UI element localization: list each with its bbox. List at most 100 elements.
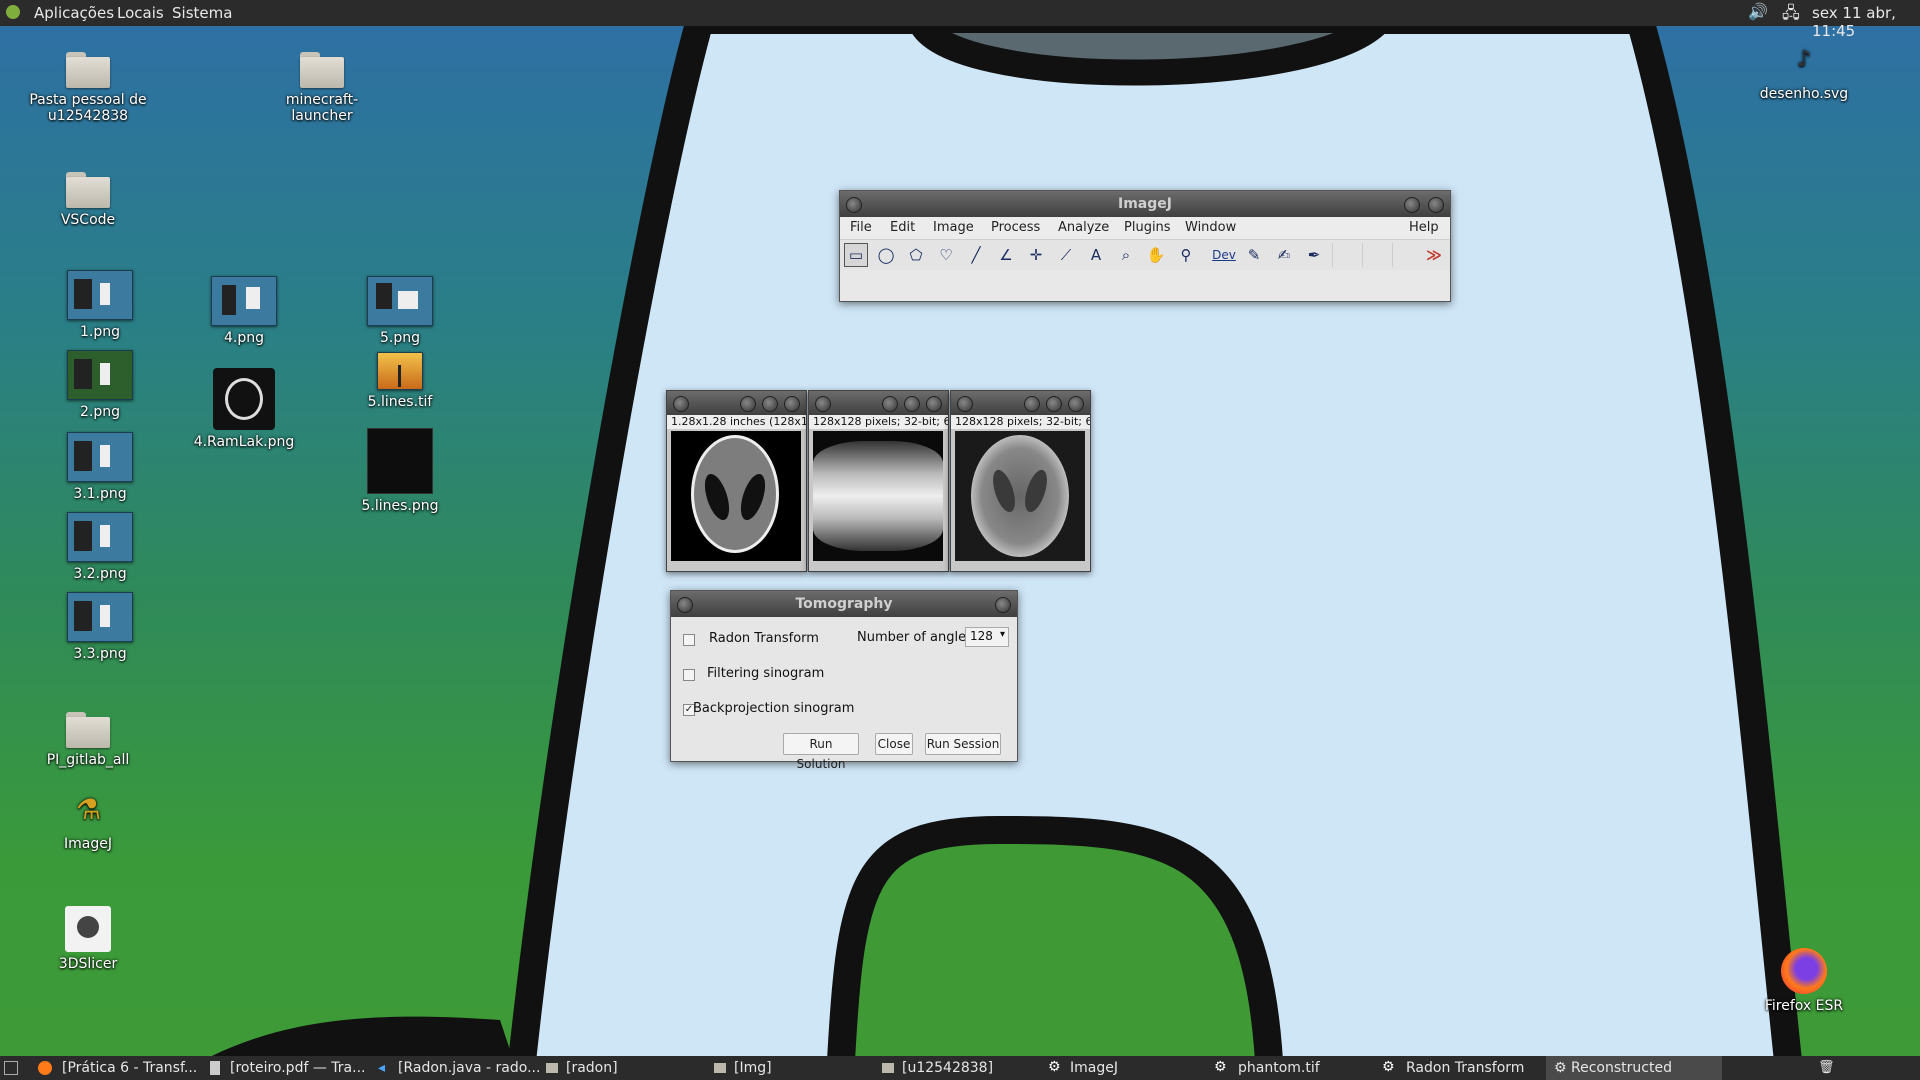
taskbar-item[interactable]: [radon] [566,1060,618,1076]
rectangle-tool-icon[interactable]: ▭ [844,243,868,267]
menu-plugins[interactable]: Plugins [1124,220,1171,235]
clock[interactable]: sex 11 abr, 11:45 [1812,4,1920,40]
close-button[interactable] [1428,197,1444,213]
close-dialog-button[interactable]: Close [875,733,913,755]
menu-edit[interactable]: Edit [890,220,915,235]
desktop-icon-5png[interactable]: 5.png [338,276,462,346]
close-button[interactable] [926,396,942,412]
minimize-button[interactable] [1024,396,1040,412]
run-session-button[interactable]: Run Session [925,733,1001,755]
taskbar-item[interactable]: ImageJ [1070,1060,1118,1076]
close-button[interactable] [995,597,1011,613]
trash-icon[interactable]: 🗑 [1818,1060,1835,1075]
text-tool-icon[interactable]: A [1084,243,1108,267]
pipette-tool-icon[interactable]: ✒ [1302,243,1326,267]
volume-icon[interactable]: 🔊 [1748,2,1768,21]
radon-transform-checkbox[interactable] [683,634,695,646]
menu-window[interactable]: Window [1185,220,1236,235]
taskbar-item[interactable]: [Radon.java - rado... [398,1060,540,1076]
image-window-titlebar[interactable] [951,391,1090,415]
desktop-icon-imagej[interactable]: ⚗ ImageJ [26,788,150,852]
taskbar-item[interactable]: [roteiro.pdf — Tra... [230,1060,365,1076]
desktop-icon-minecraft[interactable]: minecraft-launcher [260,52,384,124]
desktop-icon-3dslicer[interactable]: 3DSlicer [26,906,150,972]
close-button[interactable] [784,396,800,412]
line-tool-icon[interactable]: ╱ [964,243,988,267]
taskbar-item[interactable]: Radon Transform [1406,1060,1524,1076]
taskbar-item[interactable]: [Img] [734,1060,772,1076]
phantom-image[interactable] [671,431,801,561]
desktop-icon-vscode[interactable]: VSCode [26,172,150,228]
image-window-reconstructed[interactable]: 128x128 pixels; 32-bit; 6 [950,390,1091,572]
hand-tool-icon[interactable]: ✋ [1144,243,1168,267]
menu-system[interactable]: Sistema [172,4,232,22]
distro-logo-icon[interactable] [6,5,20,19]
minimize-button[interactable] [882,396,898,412]
menu-places[interactable]: Locais [117,4,164,22]
minimize-button[interactable] [1404,197,1420,213]
desktop-icon-5linespng[interactable]: 5.lines.png [338,428,462,514]
menu-help[interactable]: Help [1409,220,1439,235]
desktop-icon-pi-gitlab[interactable]: PI_gitlab_all [26,712,150,768]
desktop-icon-3-2png[interactable]: 3.2.png [38,512,162,582]
image-window-phantom[interactable]: 1.28x1.28 inches (128x1 [666,390,807,572]
window-menu-button[interactable] [846,197,862,213]
desktop-icon-5linestif[interactable]: 5.lines.tif [338,352,462,410]
desktop-icon-2png[interactable]: 2.png [38,350,162,420]
desktop-icon-3-3png[interactable]: 3.3.png [38,592,162,662]
menu-analyze[interactable]: Analyze [1058,220,1109,235]
point-tool-icon[interactable]: ✛ [1024,243,1048,267]
desktop-icon-4png[interactable]: 4.png [182,276,306,346]
desktop-icon-desenho[interactable]: ♪ desenho.svg [1742,38,1866,102]
angle-tool-icon[interactable]: ∠ [994,243,1018,267]
image-window-titlebar[interactable] [667,391,806,415]
brush-tool-icon[interactable]: ✎ [1242,243,1266,267]
desktop-icon-3-1png[interactable]: 3.1.png [38,432,162,502]
empty-tool-slot[interactable] [1392,243,1417,267]
network-icon[interactable]: 🖧 [1782,2,1800,29]
show-desktop-icon[interactable] [4,1061,18,1075]
menu-image[interactable]: Image [933,220,974,235]
imagej-titlebar[interactable]: ImageJ [840,191,1450,217]
minimize-button[interactable] [740,396,756,412]
more-tools-icon[interactable]: ≫ [1422,243,1446,267]
close-button[interactable] [1068,396,1084,412]
polygon-tool-icon[interactable]: ⬠ [904,243,928,267]
maximize-button[interactable] [762,396,778,412]
taskbar-item[interactable]: phantom.tif [1238,1060,1320,1076]
desktop-icon-firefox[interactable]: Firefox ESR [1742,948,1866,1014]
tomography-titlebar[interactable]: Tomography [671,591,1017,617]
window-menu-button[interactable] [673,396,689,412]
reconstructed-image[interactable] [955,431,1085,561]
filtering-sinogram-checkbox[interactable] [683,669,695,681]
desktop-icon-1png[interactable]: 1.png [38,270,162,340]
freehand-tool-icon[interactable]: ♡ [934,243,958,267]
maximize-button[interactable] [1046,396,1062,412]
taskbar-item-active[interactable]: ⚙ Reconstructed [1546,1056,1722,1080]
sinogram-image[interactable] [813,431,943,561]
imagej-task-icon: ⚙ [1214,1059,1227,1075]
window-menu-button[interactable] [957,396,973,412]
menu-process[interactable]: Process [991,220,1040,235]
dev-tool-button[interactable]: Dev [1212,243,1236,267]
desktop-icon-ramlak[interactable]: 4.RamLak.png [182,368,306,450]
desktop-icon-home[interactable]: Pasta pessoal de u12542838 [26,52,150,124]
empty-tool-slot[interactable] [1362,243,1387,267]
taskbar-item[interactable]: [Prática 6 - Transf... [62,1060,197,1076]
window-menu-button[interactable] [815,396,831,412]
flood-fill-tool-icon[interactable]: ✍ [1272,243,1296,267]
wand-tool-icon[interactable]: ⟋ [1054,243,1078,267]
window-menu-button[interactable] [677,597,693,613]
oval-tool-icon[interactable]: ◯ [874,243,898,267]
magnifier-tool-icon[interactable]: ⌕ [1114,243,1138,267]
run-solution-button[interactable]: Run Solution [783,733,859,771]
menu-applications[interactable]: Aplicações [34,4,114,22]
taskbar-item[interactable]: [u12542838] [902,1060,993,1076]
image-window-sinogram[interactable]: 128x128 pixels; 32-bit; 6 [808,390,949,572]
maximize-button[interactable] [904,396,920,412]
dropper-tool-icon[interactable]: ⚲ [1174,243,1198,267]
number-of-angles-select[interactable]: 128 ▾ [965,627,1009,647]
menu-file[interactable]: File [850,220,872,235]
empty-tool-slot[interactable] [1332,243,1357,267]
image-window-titlebar[interactable] [809,391,948,415]
